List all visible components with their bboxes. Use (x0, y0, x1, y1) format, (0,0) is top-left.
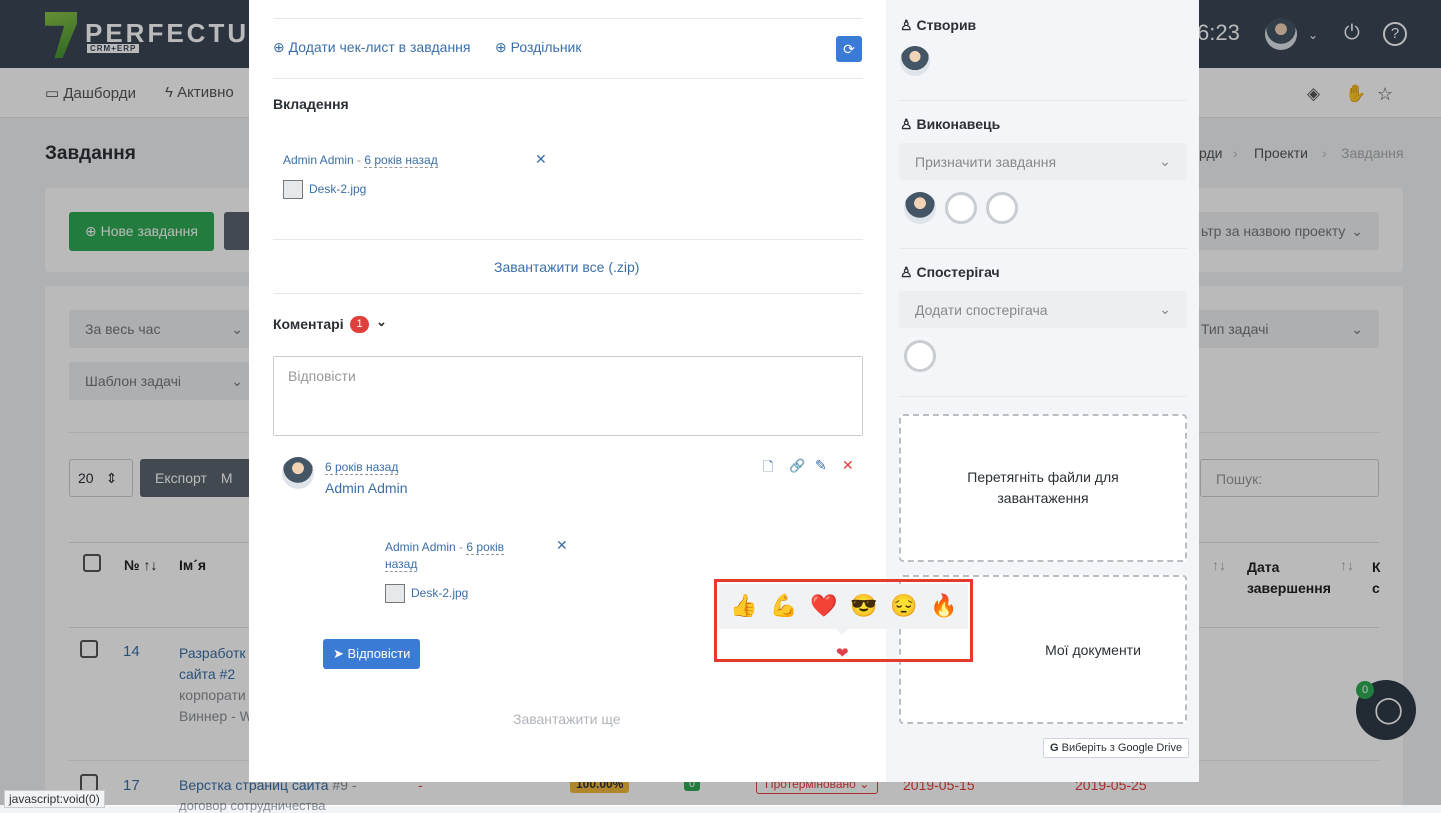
attachments-title: Вкладення (273, 96, 349, 112)
attachment-meta: Admin Admin - 6 років назад (283, 153, 438, 168)
assignee-avatar[interactable] (986, 192, 1018, 224)
google-icon: G (1050, 742, 1062, 754)
assign-task-select[interactable]: Призначити завдання ⌄ (899, 143, 1187, 180)
creator-title: ♙ Створив (900, 17, 977, 33)
chevron-down-icon: ⌄ (1159, 301, 1171, 317)
comment-avatar (282, 457, 314, 489)
separator-link[interactable]: ⊕ Роздільник (495, 39, 582, 56)
divider (899, 396, 1187, 397)
comment-author[interactable]: Admin Admin (325, 480, 407, 496)
watcher-title: ♙ Спостерігач (900, 264, 1000, 280)
attachment-file-link[interactable]: Desk-2.jpg (309, 182, 366, 196)
google-drive-button[interactable]: G Виберіть з Google Drive (1043, 738, 1190, 758)
image-file-icon (385, 584, 405, 603)
comment-time: 6 років назад (325, 460, 399, 475)
remove-attachment-icon[interactable]: ✕ (556, 537, 568, 554)
link-icon[interactable]: 🔗 (789, 458, 805, 474)
comment-attachment-meta: Admin Admin - 6 років назад (385, 540, 505, 572)
image-file-icon (283, 180, 303, 199)
refresh-icon[interactable]: ⟳ (836, 36, 862, 62)
load-more-link[interactable]: Завантажити ще (513, 711, 621, 727)
user-icon: ♙ (900, 116, 917, 132)
add-watcher-select[interactable]: Додати спостерігача ⌄ (899, 291, 1187, 328)
comments-title: Коментарі (273, 316, 344, 332)
comments-count-badge: 1 (350, 316, 369, 333)
chevron-down-icon: ⌄ (1159, 153, 1171, 169)
download-all-link[interactable]: Завантажити все (.zip) (494, 259, 639, 275)
remove-attachment-icon[interactable]: ✕ (535, 151, 547, 168)
file-icon[interactable]: 🗋 (763, 458, 773, 480)
assignee-avatar[interactable] (904, 192, 936, 224)
divider (273, 293, 863, 294)
divider (899, 248, 1187, 249)
assignee-title: ♙ Виконавець (900, 116, 1001, 132)
creator-avatar (900, 46, 930, 76)
chevron-down-icon[interactable]: ⌄ (376, 314, 387, 330)
divider (899, 100, 1187, 101)
edit-icon[interactable]: ✎ (815, 457, 827, 474)
highlight-box (714, 579, 973, 662)
delete-icon[interactable]: ✕ (842, 457, 854, 474)
divider (273, 239, 863, 240)
user-icon: ♙ (900, 17, 917, 33)
reply-button[interactable]: ➤ Відповісти (323, 639, 421, 669)
assignee-avatar[interactable] (945, 192, 977, 224)
divider (273, 78, 863, 79)
reply-textarea[interactable]: Відповісти (273, 356, 863, 436)
watcher-avatar[interactable] (904, 340, 936, 372)
plus-circle-icon: ⊕ (273, 39, 289, 55)
add-checklist-link[interactable]: ⊕ Додати чек-лист в завдання (273, 39, 470, 56)
plus-circle-icon: ⊕ (495, 39, 511, 55)
send-icon: ➤ (333, 646, 348, 661)
status-bar-url: javascript:void(0) (4, 790, 105, 808)
divider (273, 18, 863, 19)
comment-attachment-file-link[interactable]: Desk-2.jpg (411, 586, 468, 600)
user-icon: ♙ (900, 264, 917, 280)
file-dropzone[interactable]: Перетягніть файли для завантаження (899, 414, 1187, 562)
